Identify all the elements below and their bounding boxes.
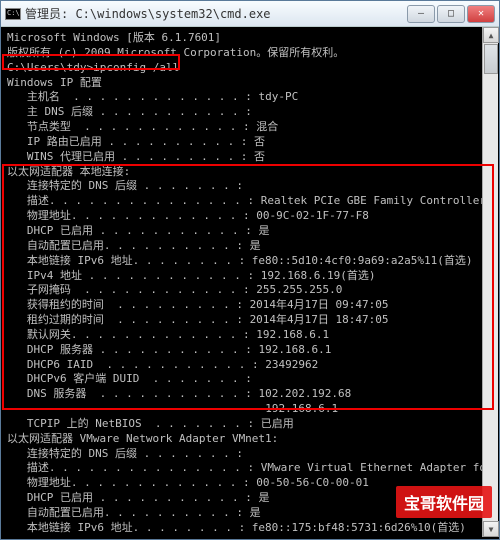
scrollbar[interactable]: ▲ ▼ (482, 27, 498, 537)
console-line: 连接特定的 DNS 后缀 . . . . . . . : (7, 447, 493, 462)
scroll-down-button[interactable]: ▼ (483, 521, 499, 537)
console-line: 物理地址. . . . . . . . . . . . . : 00-9C-02… (7, 209, 493, 224)
console-line: 租约过期的时间 . . . . . . . . . : 2014年4月17日 1… (7, 313, 493, 328)
console-output[interactable]: Microsoft Windows [版本 6.1.7601]版权所有 (c) … (1, 27, 499, 539)
cmd-icon (5, 8, 21, 20)
console-line: 自动配置已启用. . . . . . . . . . : 是 (7, 239, 493, 254)
console-line: Microsoft Windows [版本 6.1.7601] (7, 31, 493, 46)
console-line: 默认网关. . . . . . . . . . . . . : 192.168.… (7, 328, 493, 343)
console-line: 获得租约的时间 . . . . . . . . . : 2014年4月17日 0… (7, 298, 493, 313)
console-line: DHCP 已启用 . . . . . . . . . . . : 是 (7, 224, 493, 239)
maximize-button[interactable]: □ (437, 5, 465, 23)
console-line: C:\Users\tdy>ipconfig /all (7, 61, 493, 76)
cmd-window: 管理员: C:\windows\system32\cmd.exe — □ ✕ M… (0, 0, 500, 540)
console-line: 192.168.6.1 (7, 402, 493, 417)
console-line: 以太网适配器 VMware Network Adapter VMnet1: (7, 432, 493, 447)
close-button[interactable]: ✕ (467, 5, 495, 23)
minimize-button[interactable]: — (407, 5, 435, 23)
console-line: 描述. . . . . . . . . . . . . . . : VMware… (7, 461, 493, 476)
console-line: 以太网适配器 本地连接: (7, 165, 493, 180)
console-line: 子网掩码 . . . . . . . . . . . . : 255.255.2… (7, 283, 493, 298)
console-line: IP 路由已启用 . . . . . . . . . . : 否 (7, 135, 493, 150)
titlebar[interactable]: 管理员: C:\windows\system32\cmd.exe — □ ✕ (1, 1, 499, 27)
scroll-thumb[interactable] (484, 44, 498, 74)
console-line: 版权所有 (c) 2009 Microsoft Corporation。保留所有… (7, 46, 493, 61)
console-line: 主 DNS 后缀 . . . . . . . . . . . : (7, 105, 493, 120)
console-line: Windows IP 配置 (7, 76, 493, 91)
console-line: TCPIP 上的 NetBIOS . . . . . . . : 已启用 (7, 417, 493, 432)
console-line: WINS 代理已启用 . . . . . . . . . : 否 (7, 150, 493, 165)
console-line: DHCP 已启用 . . . . . . . . . . . : 是 (7, 491, 493, 506)
scroll-up-button[interactable]: ▲ (483, 27, 499, 43)
console-line: 自动配置已启用. . . . . . . . . . : 是 (7, 506, 493, 521)
console-line: DHCPv6 客户端 DUID . . . . . . . : (7, 372, 493, 387)
console-line: DHCP6 IAID . . . . . . . . . . . : 23492… (7, 358, 493, 373)
console-line: IPv4 地址 . . . . . . . . . . . . : 192.16… (7, 269, 493, 284)
console-line: 描述. . . . . . . . . . . . . . . : Realte… (7, 194, 493, 209)
console-line: 本地链接 IPv6 地址. . . . . . . . : fe80::5d10… (7, 254, 493, 269)
console-line: 节点类型 . . . . . . . . . . . . : 混合 (7, 120, 493, 135)
window-title: 管理员: C:\windows\system32\cmd.exe (25, 5, 407, 22)
console-line: 主机名 . . . . . . . . . . . . . : tdy-PC (7, 90, 493, 105)
console-line: 本地链接 IPv6 地址. . . . . . . . : fe80::175:… (7, 521, 493, 536)
console-line: DHCP 服务器 . . . . . . . . . . . : 192.168… (7, 343, 493, 358)
window-buttons: — □ ✕ (407, 5, 495, 23)
console-line: 物理地址. . . . . . . . . . . . . : 00-50-56… (7, 476, 493, 491)
console-line: DNS 服务器 . . . . . . . . . . . : 102.202.… (7, 387, 493, 402)
console-line: 连接特定的 DNS 后缀 . . . . . . . : (7, 179, 493, 194)
